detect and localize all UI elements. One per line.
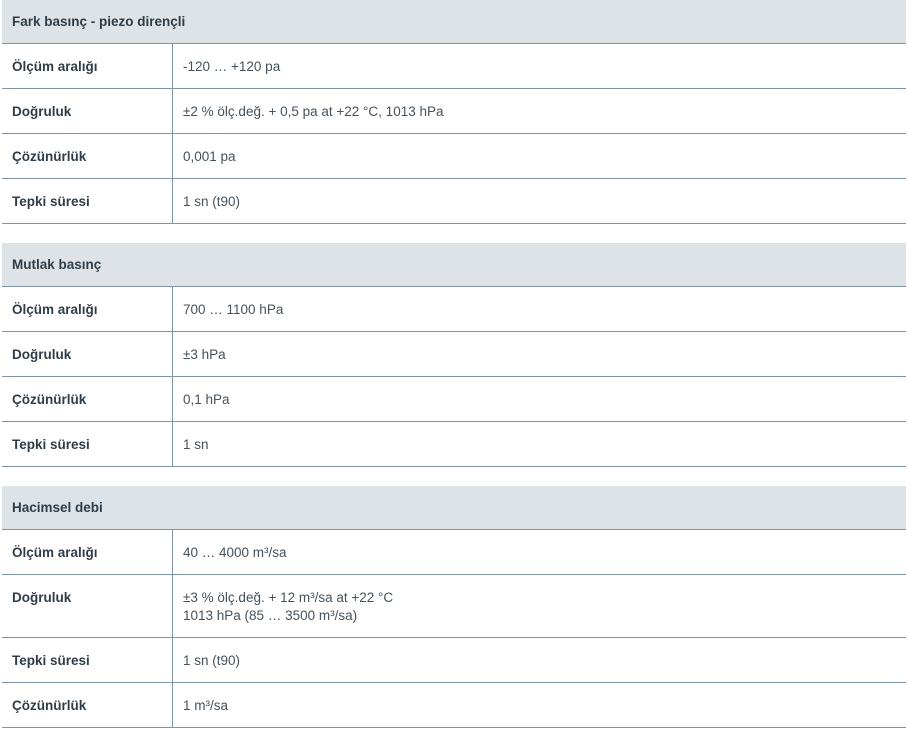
section-title: Fark basınç - piezo dirençli	[2, 0, 906, 44]
table-row: Tepki süresi 1 sn	[2, 422, 906, 467]
section-title: Mutlak basınç	[2, 243, 906, 287]
table-row: Doğruluk ±3 % ölç.değ. + 12 m³/sa at +22…	[2, 575, 906, 638]
row-value: 0,1 hPa	[183, 391, 230, 407]
row-value: 1 m³/sa	[183, 697, 229, 713]
row-label: Ölçüm aralığı	[2, 530, 173, 574]
section-volume-flow: Hacimsel debi Ölçüm aralığı 40 … 4000 m³…	[2, 486, 906, 728]
row-value: 0,001 pa	[183, 148, 236, 164]
row-value: 1 sn (t90)	[183, 652, 241, 668]
row-value: 40 … 4000 m³/sa	[183, 544, 287, 560]
row-value: ±3 % ölç.değ. + 12 m³/sa at +22 °C 1013 …	[173, 575, 906, 637]
row-label: Tepki süresi	[2, 422, 173, 466]
row-label: Çözünürlük	[2, 134, 173, 178]
spec-tables: Fark basınç - piezo dirençli Ölçüm aralı…	[0, 0, 907, 728]
row-label: Çözünürlük	[2, 683, 173, 727]
table-row: Ölçüm aralığı -120 … +120 pa	[2, 44, 906, 89]
row-label: Doğruluk	[2, 89, 173, 133]
row-label: Doğruluk	[2, 575, 173, 637]
row-label: Doğruluk	[2, 332, 173, 376]
row-value: 1 sn (t90)	[183, 193, 241, 209]
table-row: Doğruluk ±3 hPa	[2, 332, 906, 377]
table-row: Çözünürlük 0,001 pa	[2, 134, 906, 179]
row-value: ±2 % ölç.değ. + 0,5 pa at +22 °C, 1013 h…	[183, 103, 444, 119]
table-row: Çözünürlük 0,1 hPa	[2, 377, 906, 422]
row-label: Çözünürlük	[2, 377, 173, 421]
row-label: Ölçüm aralığı	[2, 287, 173, 331]
row-label: Tepki süresi	[2, 179, 173, 223]
row-label: Ölçüm aralığı	[2, 44, 173, 88]
table-row: Çözünürlük 1 m³/sa	[2, 683, 906, 728]
section-absolute-pressure: Mutlak basınç Ölçüm aralığı 700 … 1100 h…	[2, 243, 906, 467]
row-value-line: ±3 % ölç.değ. + 12 m³/sa at +22 °C	[183, 590, 394, 605]
row-value: 700 … 1100 hPa	[183, 301, 284, 317]
row-value: 1 sn	[183, 436, 209, 452]
table-row: Ölçüm aralığı 700 … 1100 hPa	[2, 287, 906, 332]
table-row: Doğruluk ±2 % ölç.değ. + 0,5 pa at +22 °…	[2, 89, 906, 134]
row-value: ±3 hPa	[183, 346, 226, 362]
table-row: Tepki süresi 1 sn (t90)	[2, 638, 906, 683]
row-value-line: 1013 hPa (85 … 3500 m³/sa)	[183, 608, 358, 623]
section-differential-pressure: Fark basınç - piezo dirençli Ölçüm aralı…	[2, 0, 906, 224]
table-row: Tepki süresi 1 sn (t90)	[2, 179, 906, 224]
row-value: -120 … +120 pa	[183, 58, 281, 74]
row-label: Tepki süresi	[2, 638, 173, 682]
section-title: Hacimsel debi	[2, 486, 906, 530]
table-row: Ölçüm aralığı 40 … 4000 m³/sa	[2, 530, 906, 575]
